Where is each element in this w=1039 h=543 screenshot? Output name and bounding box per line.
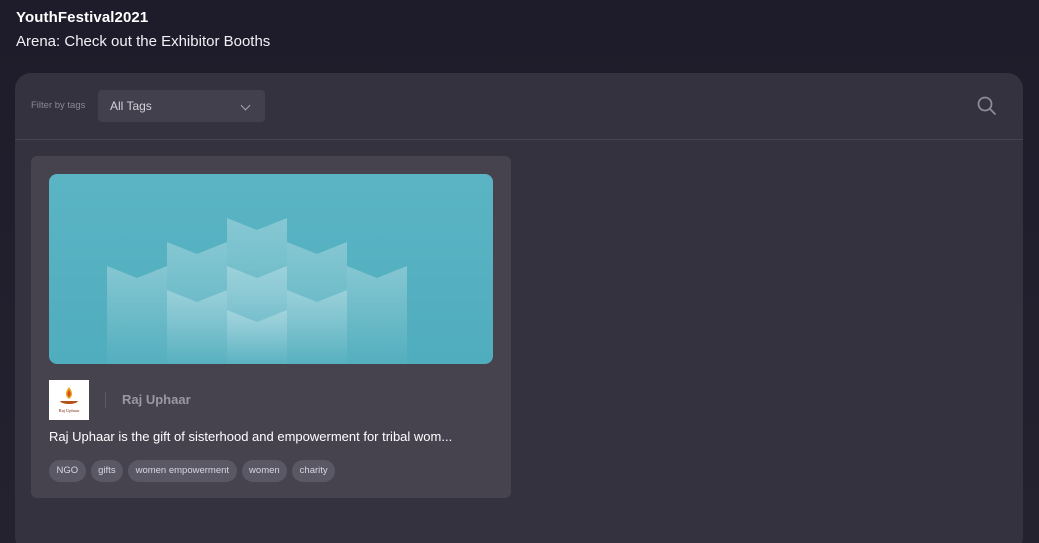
tag-filter-value: All Tags <box>110 99 152 113</box>
booth-card[interactable]: Raj Uphaar Raj Uphaar Raj Uphaar is the … <box>31 156 511 498</box>
booth-logo: Raj Uphaar <box>49 380 89 420</box>
booth-illustration <box>107 218 407 364</box>
tag-filter-select[interactable]: All Tags <box>98 90 265 122</box>
search-button[interactable] <box>975 94 999 118</box>
tag-chip[interactable]: charity <box>292 460 336 482</box>
filter-label: Filter by tags <box>31 100 86 111</box>
tag-chip[interactable]: gifts <box>90 460 124 482</box>
booth-tags: NGO gifts women empowerment women charit… <box>49 460 336 482</box>
divider <box>105 392 106 408</box>
tag-chip[interactable]: women <box>241 460 288 482</box>
search-icon <box>977 96 996 115</box>
event-title: YouthFestival2021 <box>16 9 149 26</box>
tag-chip[interactable]: women empowerment <box>128 460 237 482</box>
event-header: YouthFestival2021 Arena: Check out the E… <box>16 8 270 52</box>
logo-text: Raj Uphaar <box>59 408 80 413</box>
diya-logo-icon: Raj Uphaar <box>59 387 80 413</box>
page: YouthFestival2021 Arena: Check out the E… <box>0 0 1039 543</box>
booths-panel: Filter by tags All Tags Raj Uphaar Raj U… <box>15 73 1023 543</box>
booth-banner <box>49 174 493 364</box>
chevron-down-icon <box>240 100 251 111</box>
arena-subtitle: Arena: Check out the Exhibitor Booths <box>16 33 271 50</box>
booth-description: Raj Uphaar is the gift of sisterhood and… <box>49 429 453 444</box>
filter-toolbar: Filter by tags All Tags <box>15 73 1023 140</box>
booth-name: Raj Uphaar <box>122 392 191 407</box>
tag-chip[interactable]: NGO <box>49 460 86 482</box>
